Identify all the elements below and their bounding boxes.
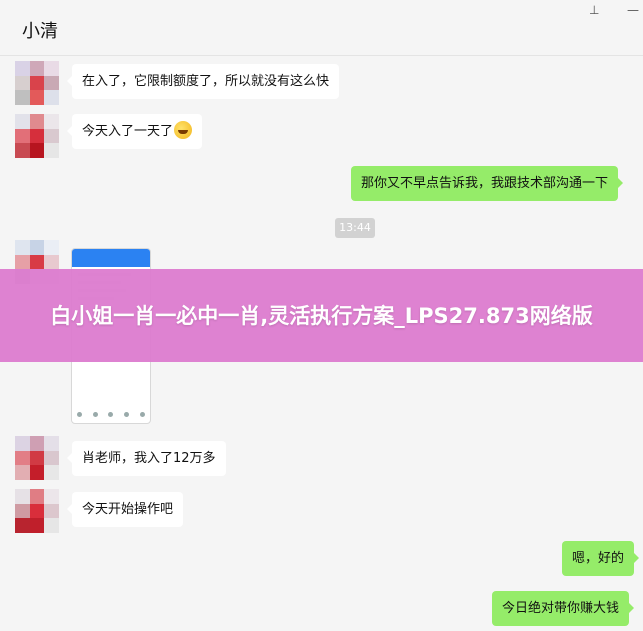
minimize-icon[interactable]: — — [627, 3, 639, 17]
chat-title: 小清 — [22, 21, 58, 42]
image-tabbar — [72, 412, 150, 417]
message-bubble[interactable]: 肖老师，我入了12万多 — [67, 441, 226, 476]
message-text: 今天入了一天了 — [82, 124, 174, 139]
message-bubble[interactable]: 今天入了一天了 — [66, 114, 203, 149]
avatar[interactable] — [15, 436, 59, 480]
message-bubble[interactable]: 今日绝对带你赚大钱 — [492, 591, 635, 626]
message-bubble[interactable]: 今天开始操作吧 — [66, 492, 184, 527]
promo-banner-text: 白小姐一肖一必中一肖,灵活执行方案_LPS27.873网络版 — [50, 303, 593, 328]
promo-banner: 白小姐一肖一必中一肖,灵活执行方案_LPS27.873网络版 — [0, 269, 643, 362]
message-bubble[interactable]: 那你又不早点告诉我，我跟技术部沟通一下 — [351, 166, 624, 201]
image-header-bar — [72, 249, 150, 267]
message-bubble[interactable]: 嗯，好的 — [562, 541, 640, 576]
laughing-emoji-icon — [174, 121, 193, 139]
chat-header: 小清 ⊥ — — [0, 0, 643, 56]
message-bubble[interactable]: 在入了，它限制额度了，所以就没有这么快 — [66, 64, 340, 99]
pin-icon[interactable]: ⊥ — [589, 3, 599, 17]
avatar[interactable] — [15, 61, 59, 105]
timestamp: 13:44 — [335, 218, 375, 238]
avatar[interactable] — [15, 489, 59, 533]
avatar[interactable] — [15, 114, 59, 158]
